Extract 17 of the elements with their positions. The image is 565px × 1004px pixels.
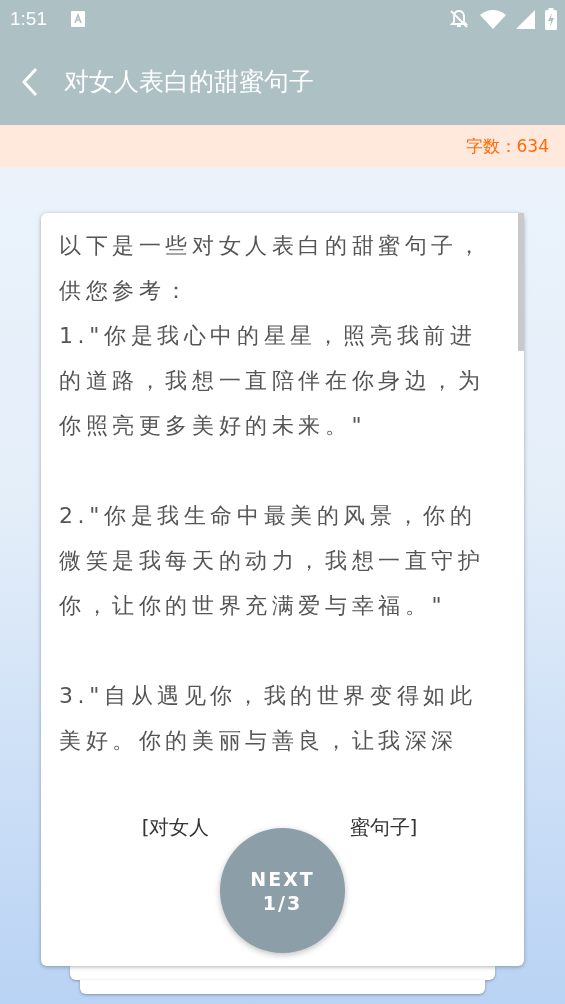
next-button[interactable]: NEXT 1/3 bbox=[220, 828, 345, 953]
wifi-icon bbox=[480, 9, 506, 29]
page-title: 对女人表白的甜蜜句子 bbox=[64, 66, 314, 98]
status-time: 1:51 bbox=[10, 8, 47, 30]
content-paragraph: 以下是一些对女人表白的甜蜜句子，供您参考： bbox=[59, 232, 486, 305]
content-paragraph: 2."你是我生命中最美的风景，你的微笑是我每天的动力，我想一直守护你，让你的世界充满爱与幸福。" bbox=[59, 502, 486, 620]
content-paragraph: 1."你是我心中的星星，照亮我前进的道路，我想一直陪伴在你身边，为你照亮更多美好的未来。" bbox=[59, 322, 486, 440]
signal-icon bbox=[516, 9, 535, 29]
battery-charging-icon bbox=[545, 8, 557, 30]
caption-text: 蜜句子] bbox=[349, 814, 418, 841]
word-count: 字数：634 bbox=[465, 134, 549, 158]
keyboard-notification-icon bbox=[71, 11, 85, 27]
muted-bell-icon bbox=[448, 8, 470, 30]
caption-text: [对女人 bbox=[141, 814, 210, 841]
content-paragraph: 3."自从遇见你，我的世界变得如此美好。你的美丽与善良，让我深深 bbox=[59, 682, 478, 755]
scrollbar[interactable] bbox=[518, 213, 524, 351]
back-icon[interactable] bbox=[22, 66, 38, 97]
